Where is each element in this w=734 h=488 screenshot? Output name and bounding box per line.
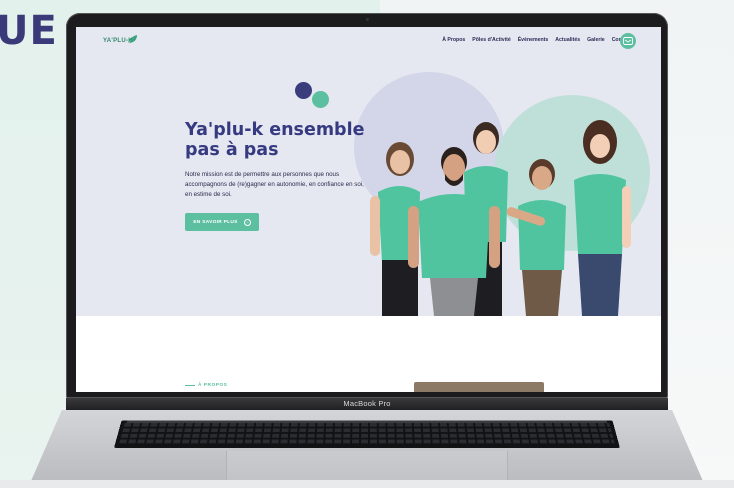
keyboard	[114, 420, 620, 448]
hero-title: Ya'plu-k ensemble pas à pas	[185, 120, 365, 160]
nav-item-actualites[interactable]: Actualités	[555, 37, 580, 43]
laptop-base-edge	[0, 480, 734, 488]
main-nav: À Propos Pôles d'Activité Évènements Act…	[442, 37, 631, 43]
arrow-right-icon: →	[243, 218, 251, 226]
about-section-label: À PROPOS	[185, 383, 227, 388]
nav-item-galerie[interactable]: Galerie	[587, 37, 605, 43]
team-photo	[370, 120, 631, 316]
label-line	[185, 385, 195, 386]
nav-item-a-propos[interactable]: À Propos	[442, 37, 465, 43]
learn-more-label: EN SAVOIR PLUS	[193, 219, 238, 225]
leaf-icon	[128, 35, 137, 44]
nav-item-evenements[interactable]: Évènements	[518, 37, 549, 43]
laptop-model-label: MacBook Pro	[343, 399, 391, 408]
hero-section: YA'PLU-K À Propos Pôles d'Activité Évène…	[76, 27, 661, 316]
about-label-text: À PROPOS	[198, 383, 228, 388]
contact-button[interactable]	[620, 33, 636, 49]
keyboard-keys	[118, 423, 616, 446]
person-5	[574, 120, 631, 316]
decor-dot-navy	[295, 82, 312, 99]
decor-dot-green	[312, 91, 329, 108]
camera	[366, 18, 369, 21]
hero-mission-text: Notre mission est de permettre aux perso…	[185, 171, 364, 198]
learn-more-button[interactable]: EN SAVOIR PLUS →	[185, 213, 259, 231]
site-header: YA'PLU-K À Propos Pôles d'Activité Évène…	[76, 27, 661, 55]
laptop-screen: YA'PLU-K À Propos Pôles d'Activité Évène…	[76, 27, 661, 392]
message-icon	[623, 37, 633, 45]
nav-item-poles[interactable]: Pôles d'Activité	[472, 37, 510, 43]
about-image-card	[414, 382, 544, 392]
backdrop-word: UE	[0, 8, 58, 54]
person-4	[506, 159, 566, 316]
